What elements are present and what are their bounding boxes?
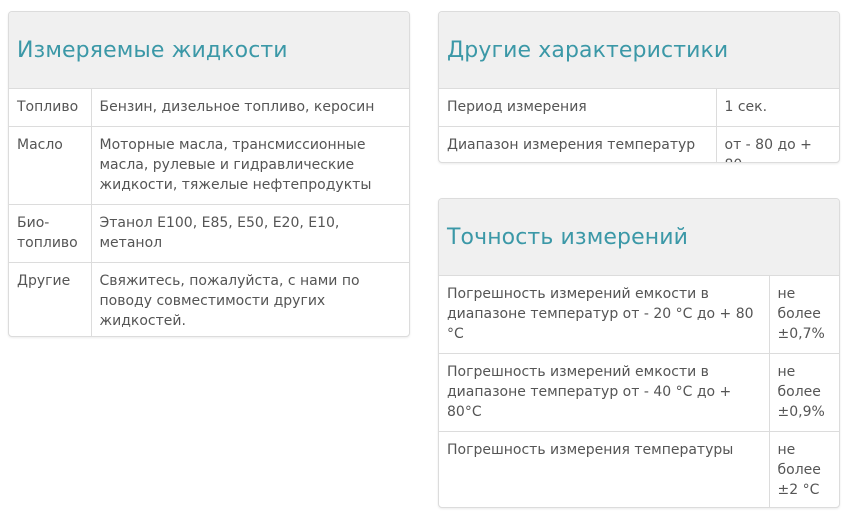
row-label: Топливо xyxy=(9,89,91,127)
row-label: Погрешность измерения температуры xyxy=(447,442,734,458)
table-row: Топливо Бензин, дизельное топливо, керос… xyxy=(9,89,409,127)
table-row: Погрешность измерений емкости в диапазон… xyxy=(439,276,839,354)
fluids-panel-header: Измеряемые жидкости xyxy=(9,12,409,89)
other-specs-table: Период измерения 1 сек. Диапазон измерен… xyxy=(439,89,839,162)
row-value: не более ±2 °С xyxy=(768,431,839,507)
row-value: Моторные масла, трансмиссионные масла, р… xyxy=(90,126,409,205)
row-value: не более ±0,7% xyxy=(768,276,839,354)
table-row: Био-топливо Этанол E100, E85, E50, E20, … xyxy=(9,204,409,263)
row-value: от - 80 до + 80 xyxy=(715,126,839,162)
accuracy-header: Точность измерений xyxy=(439,199,839,276)
accuracy-table: Погрешность измерений емкости в диапазон… xyxy=(439,276,839,507)
row-label: Био-топливо xyxy=(9,204,91,263)
fluids-table: Топливо Бензин, дизельное топливо, керос… xyxy=(9,89,409,336)
row-label: Диапазон измерения температур xyxy=(447,137,696,153)
table-row: Другие Свяжитесь, пожалуйста, с нами по … xyxy=(9,262,409,336)
row-label: Погрешность измерений емкости в диапазон… xyxy=(439,353,769,432)
fluids-title: Измеряемые жидкости xyxy=(17,37,288,63)
row-value: Этанол E100, E85, E50, E20, E10, метанол xyxy=(90,204,409,263)
table-row: Погрешность измерения температуры не бол… xyxy=(439,431,839,507)
other-specs-title: Другие характеристики xyxy=(447,37,729,63)
other-specs-panel: Другие характеристики Период измерения 1… xyxy=(438,11,840,163)
row-value: Бензин, дизельное топливо, керосин xyxy=(90,89,409,127)
table-row: Период измерения 1 сек. xyxy=(439,89,839,127)
other-specs-header: Другие характеристики xyxy=(439,12,839,89)
accuracy-title: Точность измерений xyxy=(447,224,689,250)
fluids-panel: Измеряемые жидкости Топливо Бензин, дизе… xyxy=(8,11,410,337)
row-label: Погрешность измерений емкости в диапазон… xyxy=(439,276,769,354)
table-row: Погрешность измерений емкости в диапазон… xyxy=(439,353,839,432)
row-value: 1 сек. xyxy=(715,89,839,127)
accuracy-panel: Точность измерений Погрешность измерений… xyxy=(438,198,840,508)
row-value: Свяжитесь, пожалуйста, с нами по поводу … xyxy=(90,262,409,336)
table-row: Масло Моторные масла, трансмиссионные ма… xyxy=(9,126,409,205)
row-label: Масло xyxy=(9,126,91,205)
table-row: Диапазон измерения температур от - 80 до… xyxy=(439,126,839,162)
row-value: не более ±0,9% xyxy=(768,353,839,432)
row-label: Другие xyxy=(17,273,71,289)
row-label: Период измерения xyxy=(439,89,716,127)
